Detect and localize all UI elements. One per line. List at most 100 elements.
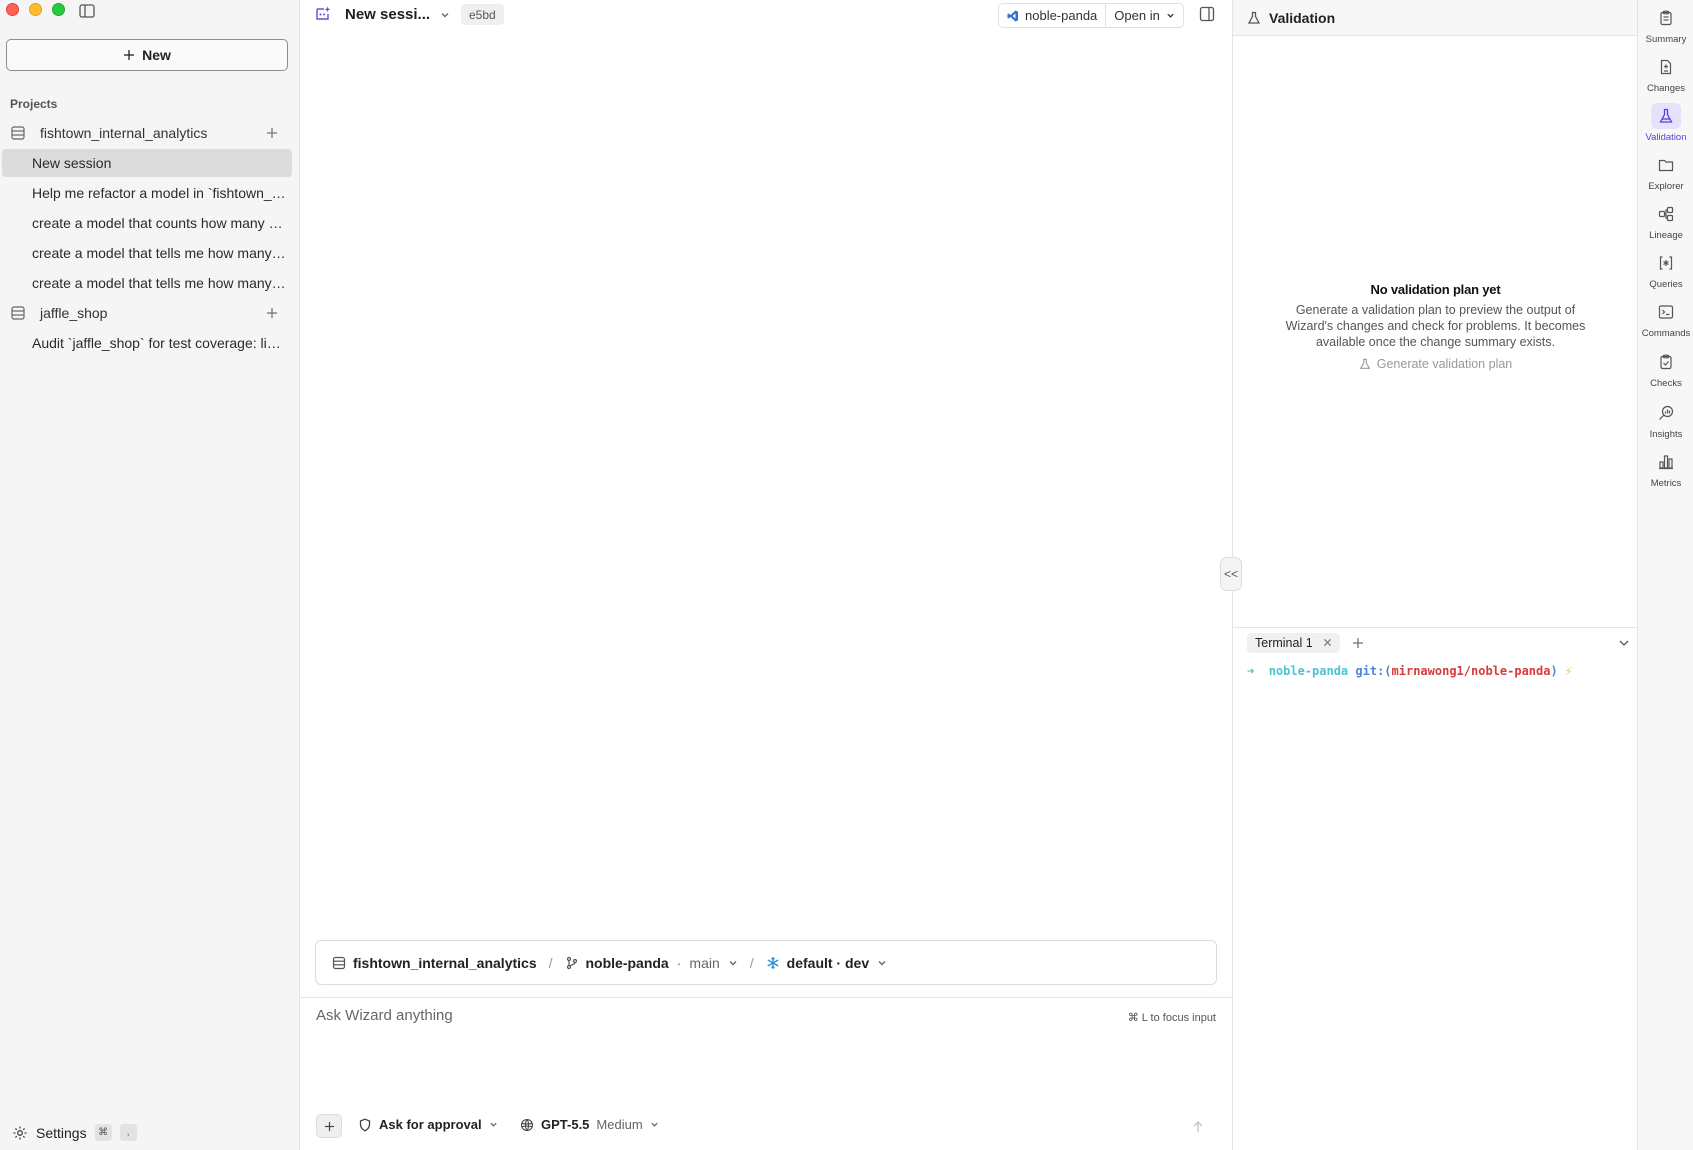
context-branch[interactable]: main [689, 955, 719, 971]
terminal-tab-label: Terminal 1 [1255, 635, 1313, 650]
generate-validation-plan-label: Generate validation plan [1376, 357, 1513, 371]
model-selector[interactable]: GPT-5.5 Medium [520, 1117, 659, 1132]
empty-state-description: Generate a validation plan to preview th… [1285, 303, 1586, 349]
session-title: New session [32, 155, 112, 171]
dot-separator: · [676, 954, 682, 971]
model-name: GPT-5.5 [541, 1117, 590, 1132]
panel-header: Validation [1233, 0, 1638, 36]
rail-item-changes[interactable]: Changes [1638, 54, 1693, 100]
session-title: create a model that counts how many new … [32, 215, 286, 231]
session-item[interactable]: Audit `jaffle_shop` for test coverage: l… [2, 329, 292, 357]
prompt-git: git:( [1355, 664, 1392, 678]
rail-item-insights[interactable]: Insights [1638, 400, 1693, 446]
lineage-icon [1658, 206, 1674, 222]
shield-icon [358, 1117, 372, 1132]
rail-item-checks[interactable]: Checks [1638, 349, 1693, 395]
focus-shortcut-hint: ⌘ L to focus input [1127, 1012, 1216, 1024]
clipboard-icon [1658, 10, 1674, 26]
database-icon [10, 125, 26, 141]
session-title: Help me refactor a model in `fishtown_in… [32, 185, 286, 201]
rail-item-explorer[interactable]: Explorer [1638, 152, 1693, 198]
rail-item-queries[interactable]: Queries [1638, 250, 1693, 296]
prompt-arrow: ➜ [1247, 664, 1255, 678]
session-item[interactable]: create a model that tells me how many or… [2, 269, 292, 297]
arrow-up-icon [1191, 1120, 1205, 1134]
rail-label: Summary [1645, 34, 1687, 45]
prompt-bolt: ⚡ [1564, 664, 1573, 678]
chat-input[interactable] [316, 1007, 1016, 1024]
rail-label: Validation [1645, 132, 1687, 143]
openai-icon [520, 1118, 534, 1132]
session-item[interactable]: create a model that counts how many new … [2, 209, 292, 237]
approval-mode-label: Ask for approval [379, 1117, 482, 1132]
rail-label: Insights [1649, 429, 1683, 440]
database-icon [10, 305, 26, 321]
window-minimize-button[interactable] [29, 3, 42, 16]
session-title: Audit `jaffle_shop` for test coverage: l… [32, 335, 286, 351]
terminal-icon [1658, 304, 1674, 320]
empty-state: No validation plan yet Generate a valida… [1233, 282, 1638, 373]
right-panel-toggle-icon[interactable] [1199, 6, 1215, 22]
reasoning-effort: Medium [596, 1117, 643, 1132]
sidebar: New Projects fishtown_internal_analytics… [0, 0, 300, 1150]
rail-item-validation[interactable]: Validation [1638, 103, 1693, 149]
flask-icon [1658, 108, 1674, 124]
database-icon [332, 956, 346, 970]
rail-label: Lineage [1649, 230, 1683, 241]
settings-label: Settings [36, 1124, 87, 1141]
prompt-git-close: ) [1550, 664, 1558, 678]
session-item-active[interactable]: New session [2, 149, 292, 177]
add-session-icon[interactable] [265, 306, 279, 320]
flask-icon [1359, 358, 1371, 370]
attach-button[interactable] [316, 1114, 342, 1138]
rail-item-summary[interactable]: Summary [1638, 5, 1693, 51]
query-icon [1658, 255, 1674, 271]
rail-item-commands[interactable]: Commands [1638, 299, 1693, 345]
chevron-down-icon[interactable] [1618, 637, 1630, 649]
send-button[interactable] [1184, 1113, 1212, 1141]
window-zoom-button[interactable] [52, 3, 65, 16]
session-item[interactable]: Help me refactor a model in `fishtown_in… [2, 179, 292, 207]
empty-state-title: No validation plan yet [1370, 282, 1501, 297]
terminal-tab-bar: Terminal 1 [1233, 627, 1638, 657]
session-item[interactable]: create a model that tells me how many us… [2, 239, 292, 267]
open-in-group: noble-panda Open in [998, 3, 1184, 28]
gear-icon [12, 1125, 28, 1141]
wizard-session-icon [314, 5, 332, 23]
collapse-panel-handle[interactable]: << [1220, 557, 1242, 591]
add-session-icon[interactable] [265, 126, 279, 140]
env-name-button[interactable]: noble-panda [999, 4, 1105, 27]
session-title-dropdown[interactable]: New sessi... [345, 6, 450, 23]
project-name: fishtown_internal_analytics [40, 125, 208, 141]
snowflake-icon [766, 956, 780, 970]
context-worktree[interactable]: noble-panda [586, 955, 669, 971]
rail-label: Changes [1646, 83, 1686, 94]
sidebar-toggle-icon[interactable] [79, 4, 95, 18]
chevron-down-icon [440, 10, 450, 20]
git-branch-icon [565, 956, 579, 970]
projects-heading: Projects [10, 97, 58, 111]
plus-icon [324, 1121, 335, 1132]
new-session-button[interactable]: New [6, 39, 288, 71]
context-target[interactable]: default · dev [787, 955, 869, 971]
rail-item-metrics[interactable]: Metrics [1638, 449, 1693, 495]
chevron-down-icon[interactable] [877, 958, 887, 968]
new-terminal-icon[interactable] [1352, 637, 1364, 649]
breadcrumb-separator: / [548, 954, 553, 971]
rail-item-lineage[interactable]: Lineage [1638, 201, 1693, 247]
chevron-down-icon [489, 1120, 498, 1129]
terminal-tab[interactable]: Terminal 1 [1247, 632, 1340, 653]
terminal-prompt[interactable]: ➜ noble-panda git:(mirnawong1/noble-pand… [1247, 664, 1572, 678]
generate-validation-plan-button[interactable]: Generate validation plan [1359, 357, 1513, 371]
settings-button[interactable]: Settings ⌘ , [12, 1124, 137, 1141]
window-close-button[interactable] [6, 3, 19, 16]
project-fishtown-internal-analytics[interactable]: fishtown_internal_analytics [2, 119, 292, 147]
approval-mode-dropdown[interactable]: Ask for approval [358, 1117, 498, 1132]
context-bar: fishtown_internal_analytics / noble-pand… [315, 940, 1217, 985]
project-jaffle-shop[interactable]: jaffle_shop [2, 299, 292, 327]
close-icon[interactable] [1323, 638, 1332, 647]
folder-icon [1658, 157, 1674, 173]
open-in-dropdown[interactable]: Open in [1105, 4, 1183, 27]
context-project[interactable]: fishtown_internal_analytics [353, 955, 537, 971]
chevron-down-icon[interactable] [728, 958, 738, 968]
